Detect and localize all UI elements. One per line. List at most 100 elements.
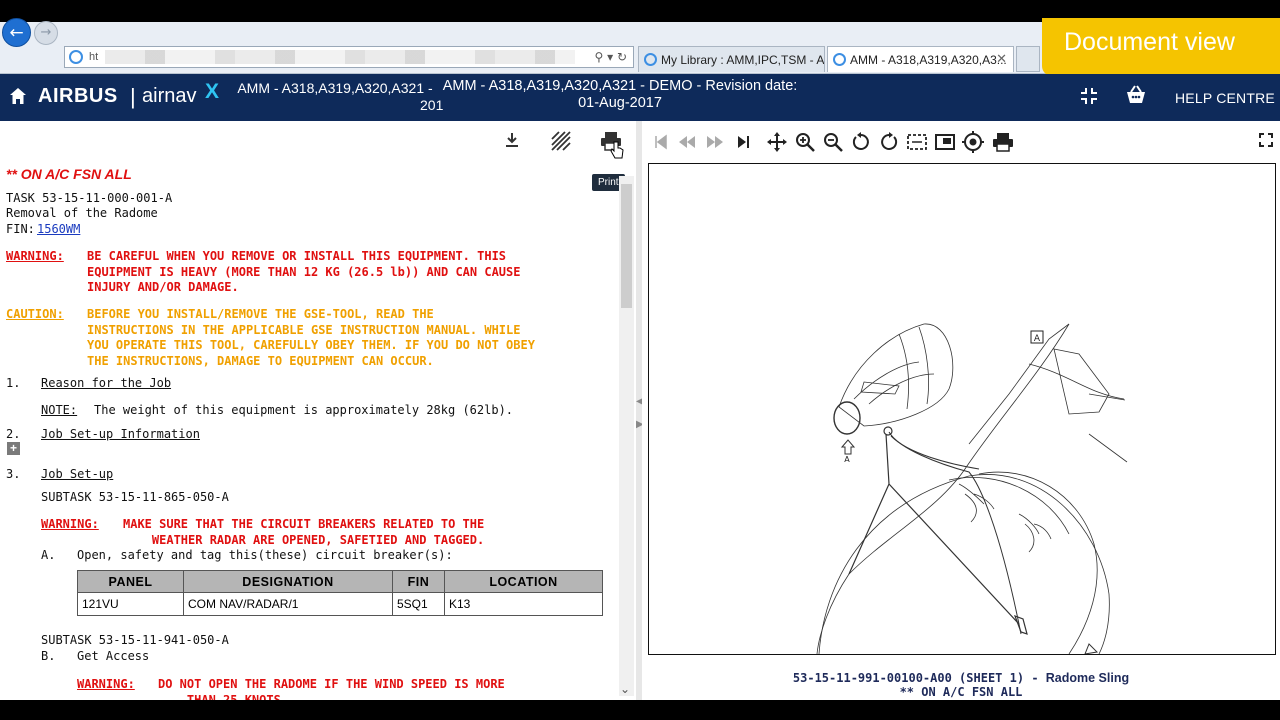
callout-a-box-label: A	[1034, 334, 1041, 344]
cell-location: K13	[444, 592, 603, 616]
note-text: The weight of this equipment is approxim…	[94, 403, 514, 417]
warning-label: WARNING:	[77, 677, 135, 691]
table-row: 121VU COM NAV/RADAR/1 5SQ1 K13	[77, 592, 603, 616]
first-page-icon[interactable]	[650, 131, 672, 153]
subtask-number: SUBTASK 53-15-11-941-050-A	[41, 633, 229, 647]
hotspot-target-icon[interactable]	[962, 131, 984, 153]
cell-panel: 121VU	[77, 592, 184, 616]
tab-label: AMM - A318,A319,A320,A3...	[850, 53, 1007, 67]
col-fin: FIN	[392, 570, 445, 593]
caution-text: BEFORE YOU INSTALL/REMOVE THE GSE-TOOL, …	[87, 307, 535, 368]
step-text: Get Access	[77, 649, 150, 663]
figure-canvas[interactable]: A A	[648, 163, 1276, 655]
document-view-banner: Document view	[1042, 18, 1280, 76]
warning-label: WARNING:	[6, 249, 64, 263]
app-header: AIRBUS | airnav X AMM - A318,A319,A320,A…	[0, 74, 1280, 121]
task-title: Removal of the Radome	[6, 206, 158, 220]
fit-width-icon[interactable]	[934, 131, 956, 153]
document-text-pane: Print ** ON A/C FSN ALL TASK 53-15-11-00…	[0, 121, 636, 700]
warning-text: MAKE SURE THAT THE CIRCUIT BREAKERS RELA…	[123, 517, 485, 547]
scrollbar-thumb[interactable]	[621, 184, 632, 308]
caption-dash: -	[1031, 671, 1046, 685]
browser-forward-button[interactable]: →	[34, 21, 58, 45]
address-redacted	[105, 50, 575, 64]
applicability-heading: ** ON A/C FSN ALL	[6, 166, 132, 182]
expand-plus-icon[interactable]: +	[7, 442, 20, 455]
print-figure-icon[interactable]	[992, 131, 1014, 153]
section-setup-title[interactable]: Job Set-up	[41, 467, 113, 481]
address-text: ht	[89, 51, 99, 63]
airnav-logo: airnav	[142, 85, 197, 107]
new-tab-button[interactable]	[1016, 46, 1040, 72]
zoom-in-icon[interactable]	[794, 131, 816, 153]
figure-reference: 53-15-11-991-00100-A00 (SHEET 1)	[792, 671, 1025, 685]
figure-applicability: ** ON A/C FSN ALL	[899, 685, 1023, 699]
pan-icon[interactable]	[766, 131, 788, 153]
task-number: TASK 53-15-11-000-001-A	[6, 191, 173, 205]
search-refresh-icon[interactable]: ⚲ ▾ ↻	[595, 50, 628, 64]
previous-page-icon[interactable]	[676, 131, 698, 153]
section-number: 1.	[6, 376, 21, 390]
figure-title: Radome Sling	[1045, 671, 1130, 685]
collapse-icon[interactable]	[1080, 87, 1098, 105]
circuit-breaker-table: PANEL DESIGNATION FIN LOCATION 121VU COM…	[77, 570, 603, 616]
doc-code-line1: AMM - A318,A319,A320,A321 -	[237, 80, 433, 96]
hand-cursor-icon	[610, 141, 624, 159]
scroll-down-arrow-icon[interactable]: ⌄	[620, 682, 630, 696]
airbus-logo: AIRBUS	[38, 85, 118, 107]
figure-caption: 53-15-11-991-00100-A00 (SHEET 1) - Radom…	[642, 671, 1280, 699]
section-number: 3.	[6, 467, 21, 481]
section-setup-info-title[interactable]: Job Set-up Information	[41, 427, 200, 441]
warning-text: DO NOT OPEN THE RADOME IF THE WIND SPEED…	[158, 677, 505, 700]
fin-link[interactable]: 1560WM	[37, 222, 80, 236]
rotate-right-icon[interactable]	[878, 131, 900, 153]
callout-a-arrow-label: A	[844, 455, 850, 464]
rotate-left-icon[interactable]	[850, 131, 872, 153]
section-number: 2.	[6, 427, 21, 441]
warning-text: BE CAREFUL WHEN YOU REMOVE OR INSTALL TH…	[87, 249, 521, 294]
ie-tab-icon	[644, 53, 657, 66]
table-header-row: PANEL DESIGNATION FIN LOCATION	[77, 570, 603, 593]
ie-page-icon	[69, 50, 83, 64]
brand-separator: |	[130, 84, 136, 109]
fullscreen-icon[interactable]	[1259, 133, 1273, 147]
next-page-icon[interactable]	[704, 131, 726, 153]
download-icon[interactable]	[504, 131, 520, 149]
col-designation: DESIGNATION	[183, 570, 393, 593]
warning-label: WARNING:	[41, 517, 99, 531]
ie-tab-icon	[833, 53, 846, 66]
subtask-number: SUBTASK 53-15-11-865-050-A	[41, 490, 229, 504]
document-title: AMM - A318,A319,A320,A321 - DEMO - Revis…	[442, 78, 798, 111]
note-label: NOTE:	[41, 403, 78, 417]
step-letter: A.	[41, 548, 56, 562]
cell-fin: 5SQ1	[392, 592, 445, 616]
hatch-pattern-icon[interactable]	[551, 131, 571, 151]
vertical-scrollbar[interactable]: ⌄	[619, 176, 634, 696]
browser-back-button[interactable]: ←	[2, 18, 31, 47]
tab-label: My Library : AMM,IPC,TSM - A...	[661, 53, 825, 67]
help-centre-link[interactable]: HELP CENTRE	[1175, 90, 1275, 106]
col-panel: PANEL	[77, 570, 184, 593]
close-tab-icon[interactable]: ✕	[996, 51, 1007, 67]
step-text: Open, safety and tag this(these) circuit…	[77, 548, 453, 562]
airnav-x-mark: X	[205, 80, 220, 103]
figure-viewer-pane: A A 53-15-11-991-00100-A00 (SHEET 1) - R…	[642, 121, 1280, 700]
last-page-icon[interactable]	[732, 131, 754, 153]
cell-designation: COM NAV/RADAR/1	[183, 592, 393, 616]
doc-code-line2: 201	[420, 97, 444, 113]
caution-label: CAUTION:	[6, 307, 64, 321]
screen-bottom-edge	[0, 700, 1280, 720]
fin-label: FIN:	[6, 222, 35, 236]
browser-tab-amm[interactable]: AMM - A318,A319,A320,A3... ✕	[827, 46, 1014, 72]
home-icon[interactable]	[9, 87, 27, 105]
address-bar[interactable]: ht ⚲ ▾ ↻	[64, 46, 634, 68]
document-code: AMM - A318,A319,A320,A321 - 201	[230, 80, 444, 114]
step-letter: B.	[41, 649, 56, 663]
browser-tab-my-library[interactable]: My Library : AMM,IPC,TSM - A...	[638, 46, 825, 72]
col-location: LOCATION	[444, 570, 603, 593]
radome-sling-drawing: A A	[816, 323, 1128, 655]
basket-icon[interactable]	[1125, 85, 1147, 105]
zoom-out-icon[interactable]	[822, 131, 844, 153]
fit-page-icon[interactable]	[906, 131, 928, 153]
section-reason-title[interactable]: Reason for the Job	[41, 376, 171, 390]
